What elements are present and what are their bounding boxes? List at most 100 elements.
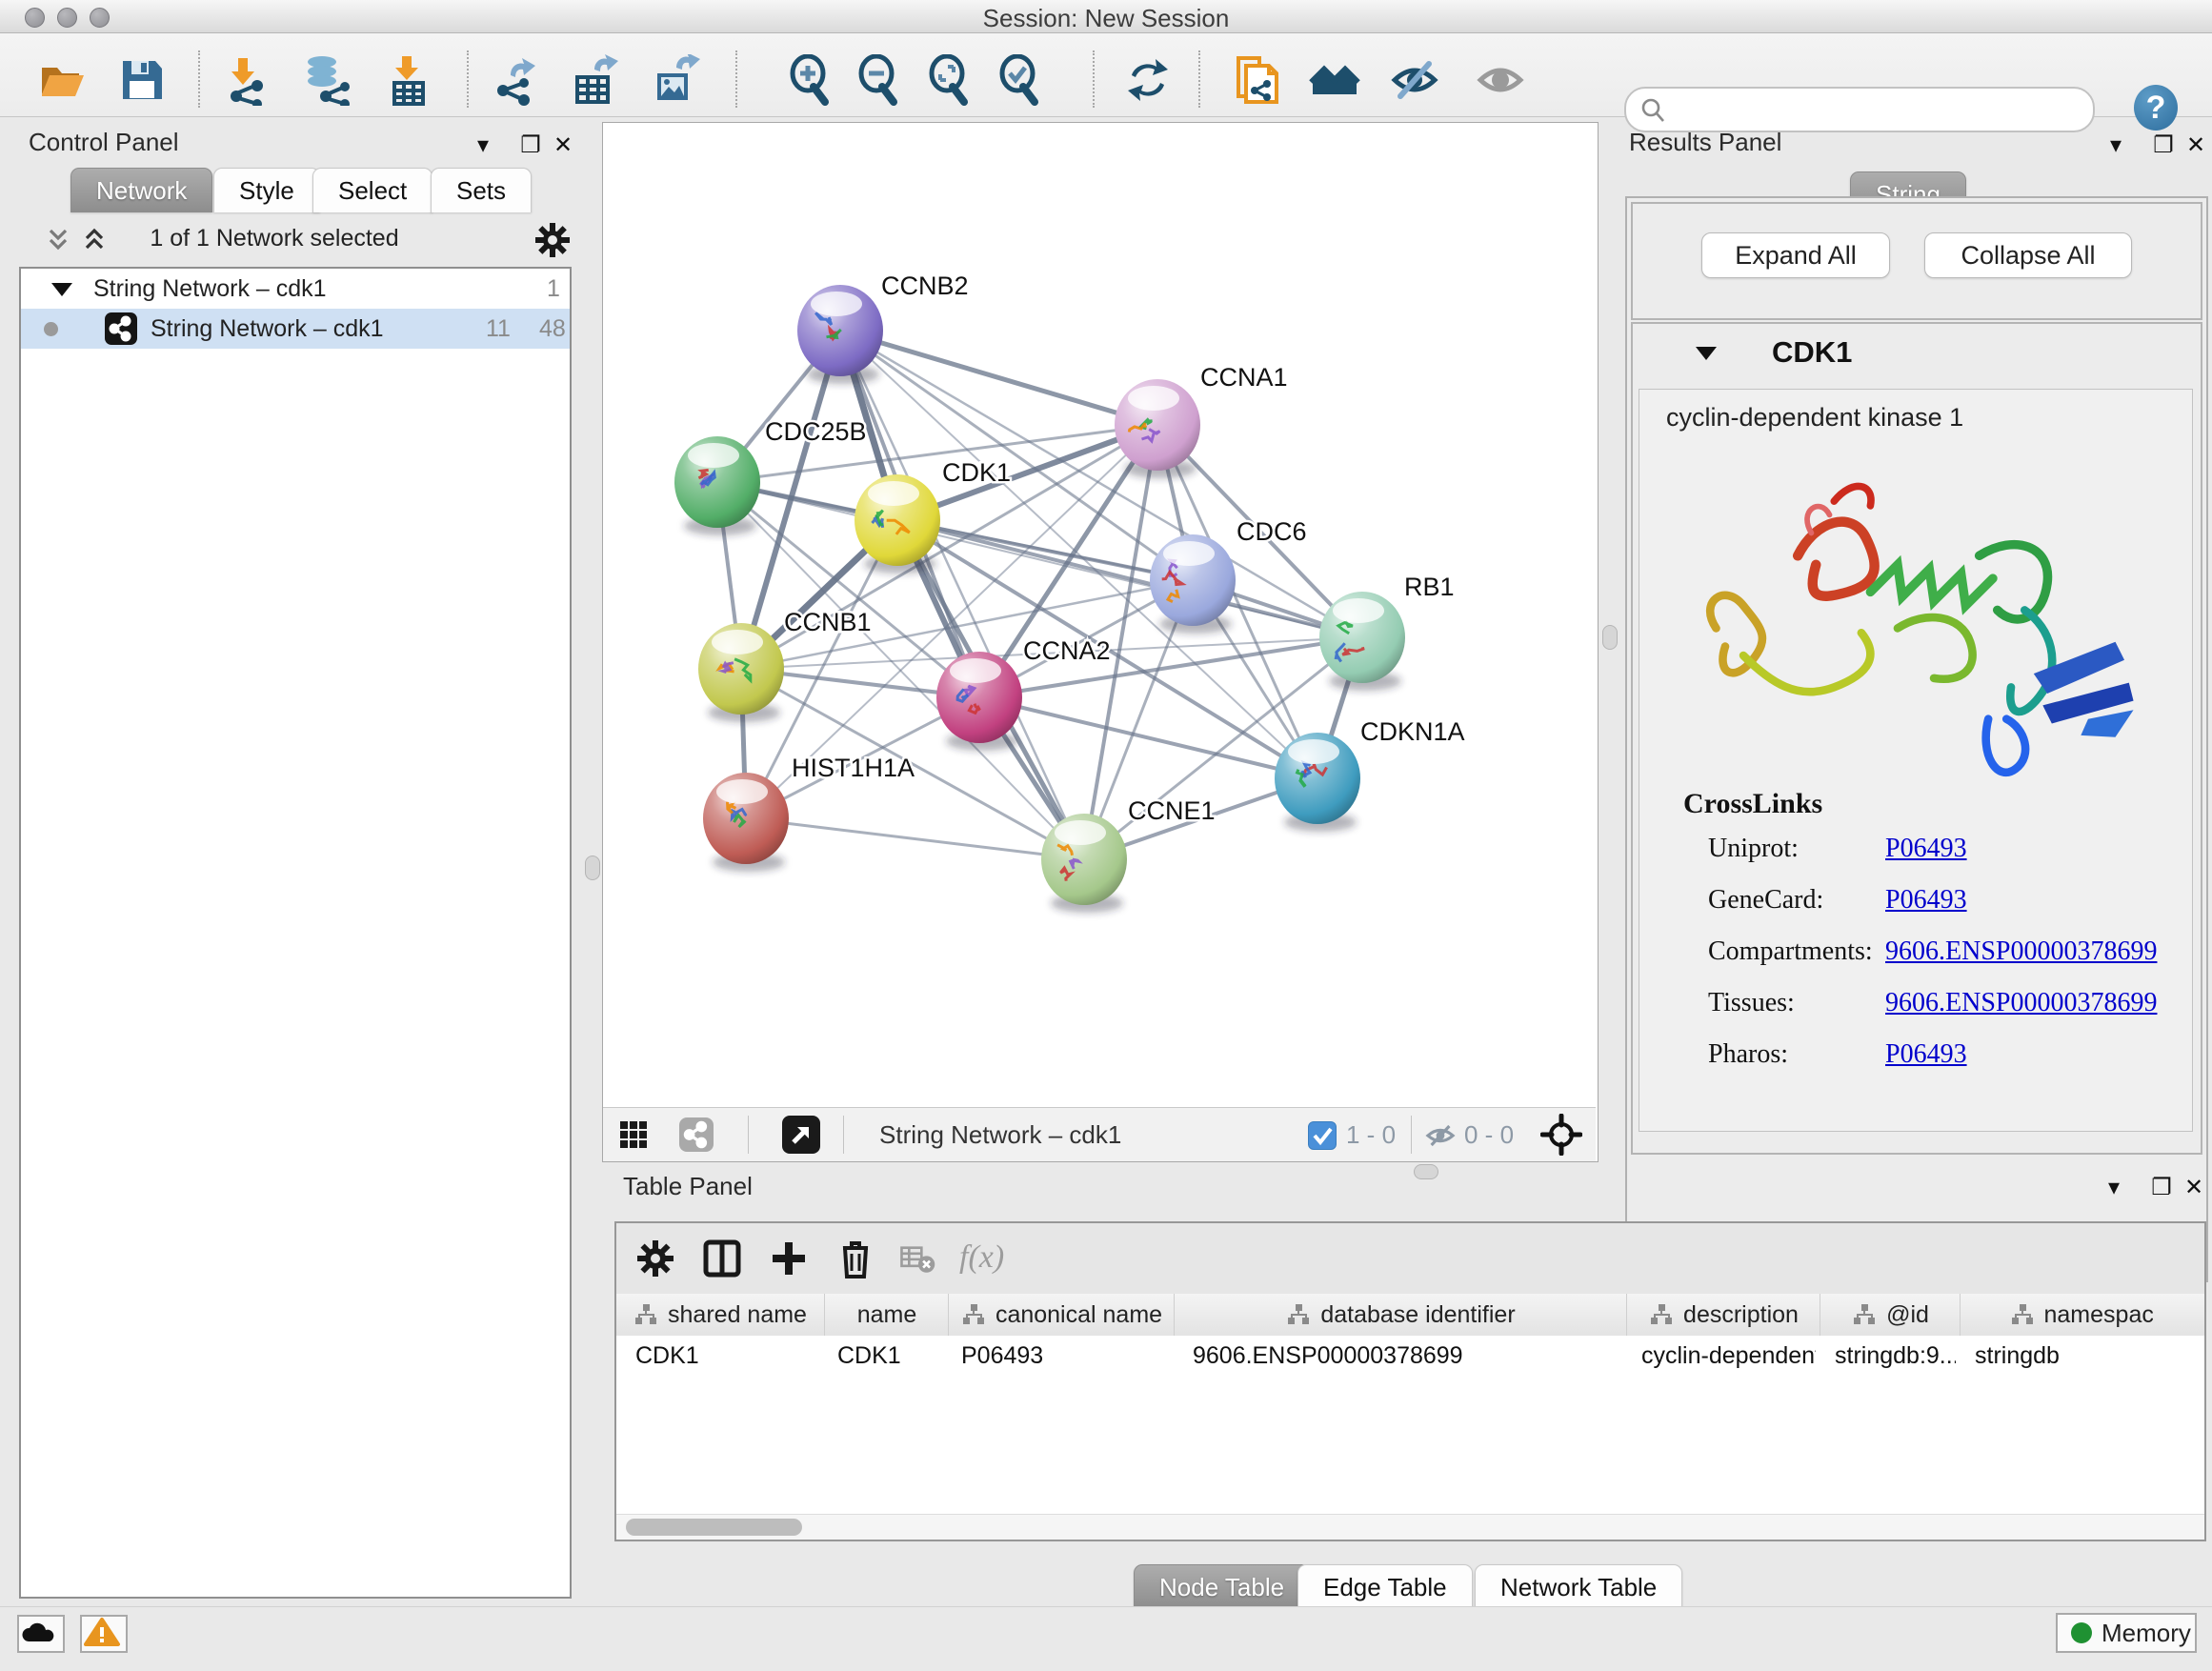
hide-selected-icon[interactable]: [1389, 54, 1440, 106]
add-column-icon[interactable]: [767, 1237, 811, 1280]
network-row-selected[interactable]: String Network – cdk1 11 48: [21, 309, 570, 349]
table-horizontal-scrollbar[interactable]: [616, 1514, 2204, 1540]
import-table-icon[interactable]: [381, 54, 432, 106]
column-header-database-identifier[interactable]: database identifier: [1174, 1294, 1627, 1336]
control-panel-close-icon[interactable]: ✕: [549, 131, 577, 156]
network-node-CDC25B[interactable]: [674, 436, 760, 535]
tab-network[interactable]: Network: [70, 168, 212, 212]
collection-expander-icon[interactable]: [51, 283, 72, 296]
detach-view-icon[interactable]: [782, 1116, 820, 1154]
column-header-namespace[interactable]: namespace: [1960, 1294, 2202, 1336]
delete-column-icon[interactable]: [834, 1237, 877, 1280]
network-node-HIST1H1A[interactable]: [703, 773, 789, 872]
results-panel-menu-icon[interactable]: ▾: [2101, 131, 2130, 156]
network-edge-HIST1H1A-CCNE1[interactable]: [746, 818, 1084, 859]
control-panel-float-icon[interactable]: ❐: [516, 131, 545, 156]
function-builder-icon-disabled[interactable]: f(x): [959, 1237, 1045, 1280]
import-database-icon[interactable]: [301, 54, 352, 106]
crosslink-genecard-link[interactable]: P06493: [1885, 885, 1967, 916]
export-image-icon[interactable]: [650, 54, 701, 106]
copy-network-icon[interactable]: [1231, 54, 1282, 106]
cloud-status-button[interactable]: [17, 1615, 65, 1653]
table-toolbar: f(x): [616, 1223, 2204, 1295]
clear-table-icon-disabled[interactable]: [898, 1237, 936, 1280]
column-header-canonical-name[interactable]: canonical name: [948, 1294, 1175, 1336]
memory-button[interactable]: Memory: [2056, 1613, 2197, 1653]
results-panel-close-icon[interactable]: ✕: [2182, 131, 2210, 156]
network-node-CDC6[interactable]: [1150, 534, 1236, 634]
zoom-in-icon[interactable]: [785, 54, 836, 106]
node-label-CDC6: CDC6: [1237, 517, 1307, 546]
collapse-all-button[interactable]: Collapse All: [1924, 232, 2132, 278]
zoom-out-icon[interactable]: [854, 54, 905, 106]
network-canvas[interactable]: CCNB2CCNA1CDC25BCDK1CDC6RB1CCNB1CCNA2HIS…: [603, 123, 1596, 1105]
network-edge-CCNA2-CDKN1A[interactable]: [979, 697, 1317, 778]
network-node-CCNA2[interactable]: [936, 652, 1022, 751]
open-session-icon[interactable]: [36, 54, 88, 106]
vertical-splitter-handle[interactable]: [585, 856, 600, 880]
tab-sets[interactable]: Sets: [431, 168, 532, 212]
hidden-eye-slash-icon[interactable]: [1424, 1121, 1457, 1150]
column-header-description[interactable]: description: [1626, 1294, 1820, 1336]
network-share-view-icon[interactable]: [679, 1117, 714, 1152]
gene-expander-icon[interactable]: [1696, 347, 1717, 360]
network-node-CDKN1A[interactable]: [1275, 733, 1360, 832]
tab-network-table[interactable]: Network Table: [1475, 1564, 1682, 1609]
column-type-icon: [633, 1302, 658, 1327]
network-options-gear-icon[interactable]: [533, 221, 572, 259]
network-node-CCNB1[interactable]: [698, 623, 784, 722]
network-collection-row[interactable]: String Network – cdk1 1: [21, 269, 570, 309]
show-hidden-icon[interactable]: [1475, 54, 1526, 106]
table-options-gear-icon[interactable]: [633, 1237, 677, 1280]
crosslink-label: Compartments:: [1708, 936, 1873, 967]
export-table-icon[interactable]: [570, 54, 621, 106]
column-header-name[interactable]: name: [824, 1294, 949, 1336]
toolbar-separator: [198, 50, 200, 108]
selected-checkbox-icon[interactable]: [1308, 1121, 1337, 1150]
network-list: String Network – cdk1 1 String Network –…: [19, 267, 572, 1599]
crosslink-compartments-link[interactable]: 9606.ENSP00000378699: [1885, 936, 2157, 967]
title-bar: Session: New Session: [0, 0, 2212, 33]
table-panel-float-icon[interactable]: ❐: [2147, 1174, 2176, 1198]
crosslink-pharos-link[interactable]: P06493: [1885, 1039, 1967, 1070]
table-panel-close-icon[interactable]: ✕: [2180, 1174, 2208, 1198]
tab-style[interactable]: Style: [213, 168, 320, 212]
zoom-fit-icon[interactable]: [924, 54, 975, 106]
grid-view-icon[interactable]: [618, 1119, 649, 1150]
network-node-CCNE1[interactable]: [1041, 814, 1127, 913]
show-columns-icon[interactable]: [700, 1237, 744, 1280]
column-header-id[interactable]: @id: [1820, 1294, 1961, 1336]
vertical-splitter-handle[interactable]: [1602, 625, 1618, 650]
table-row[interactable]: CDK1 CDK1 P06493 9606.ENSP00000378699 cy…: [616, 1336, 2204, 1376]
search-field[interactable]: [1676, 91, 2080, 126]
table-panel-menu-icon[interactable]: ▾: [2100, 1174, 2128, 1198]
crosslink-uniprot-link[interactable]: P06493: [1885, 834, 1967, 864]
tab-edge-table[interactable]: Edge Table: [1297, 1564, 1473, 1609]
memory-label: Memory: [2101, 1615, 2191, 1651]
show-all-networks-icon[interactable]: [1309, 54, 1360, 106]
refresh-icon[interactable]: [1122, 54, 1174, 106]
tab-select[interactable]: Select: [312, 168, 432, 212]
network-view-panel: CCNB2CCNA1CDC25BCDK1CDC6RB1CCNB1CCNA2HIS…: [602, 122, 1599, 1162]
network-node-CDK1[interactable]: [855, 474, 940, 574]
warning-icon: [82, 1617, 122, 1647]
save-session-icon[interactable]: [116, 54, 168, 106]
network-edge-CCNB2-CCNA1[interactable]: [840, 331, 1157, 425]
column-header-shared-name[interactable]: shared name: [616, 1294, 824, 1336]
crosslink-tissues-link[interactable]: 9606.ENSP00000378699: [1885, 988, 2157, 1018]
crosshair-icon[interactable]: [1540, 1114, 1582, 1156]
network-node-CCNA1[interactable]: [1115, 379, 1200, 478]
gene-header-row[interactable]: CDK1: [1633, 324, 2201, 387]
expand-all-button[interactable]: Expand All: [1701, 232, 1890, 278]
horizontal-splitter-handle[interactable]: [1414, 1164, 1438, 1179]
export-network-icon[interactable]: [490, 54, 541, 106]
control-panel-menu-icon[interactable]: ▾: [469, 131, 497, 156]
scrollbar-thumb[interactable]: [626, 1519, 802, 1536]
warnings-button[interactable]: [80, 1615, 128, 1653]
network-node-RB1[interactable]: [1319, 592, 1405, 691]
column-type-icon: [1852, 1302, 1877, 1327]
zoom-selected-icon[interactable]: [995, 54, 1046, 106]
tab-node-table[interactable]: Node Table: [1134, 1564, 1310, 1609]
results-panel-float-icon[interactable]: ❐: [2149, 131, 2178, 156]
import-network-icon[interactable]: [219, 54, 271, 106]
